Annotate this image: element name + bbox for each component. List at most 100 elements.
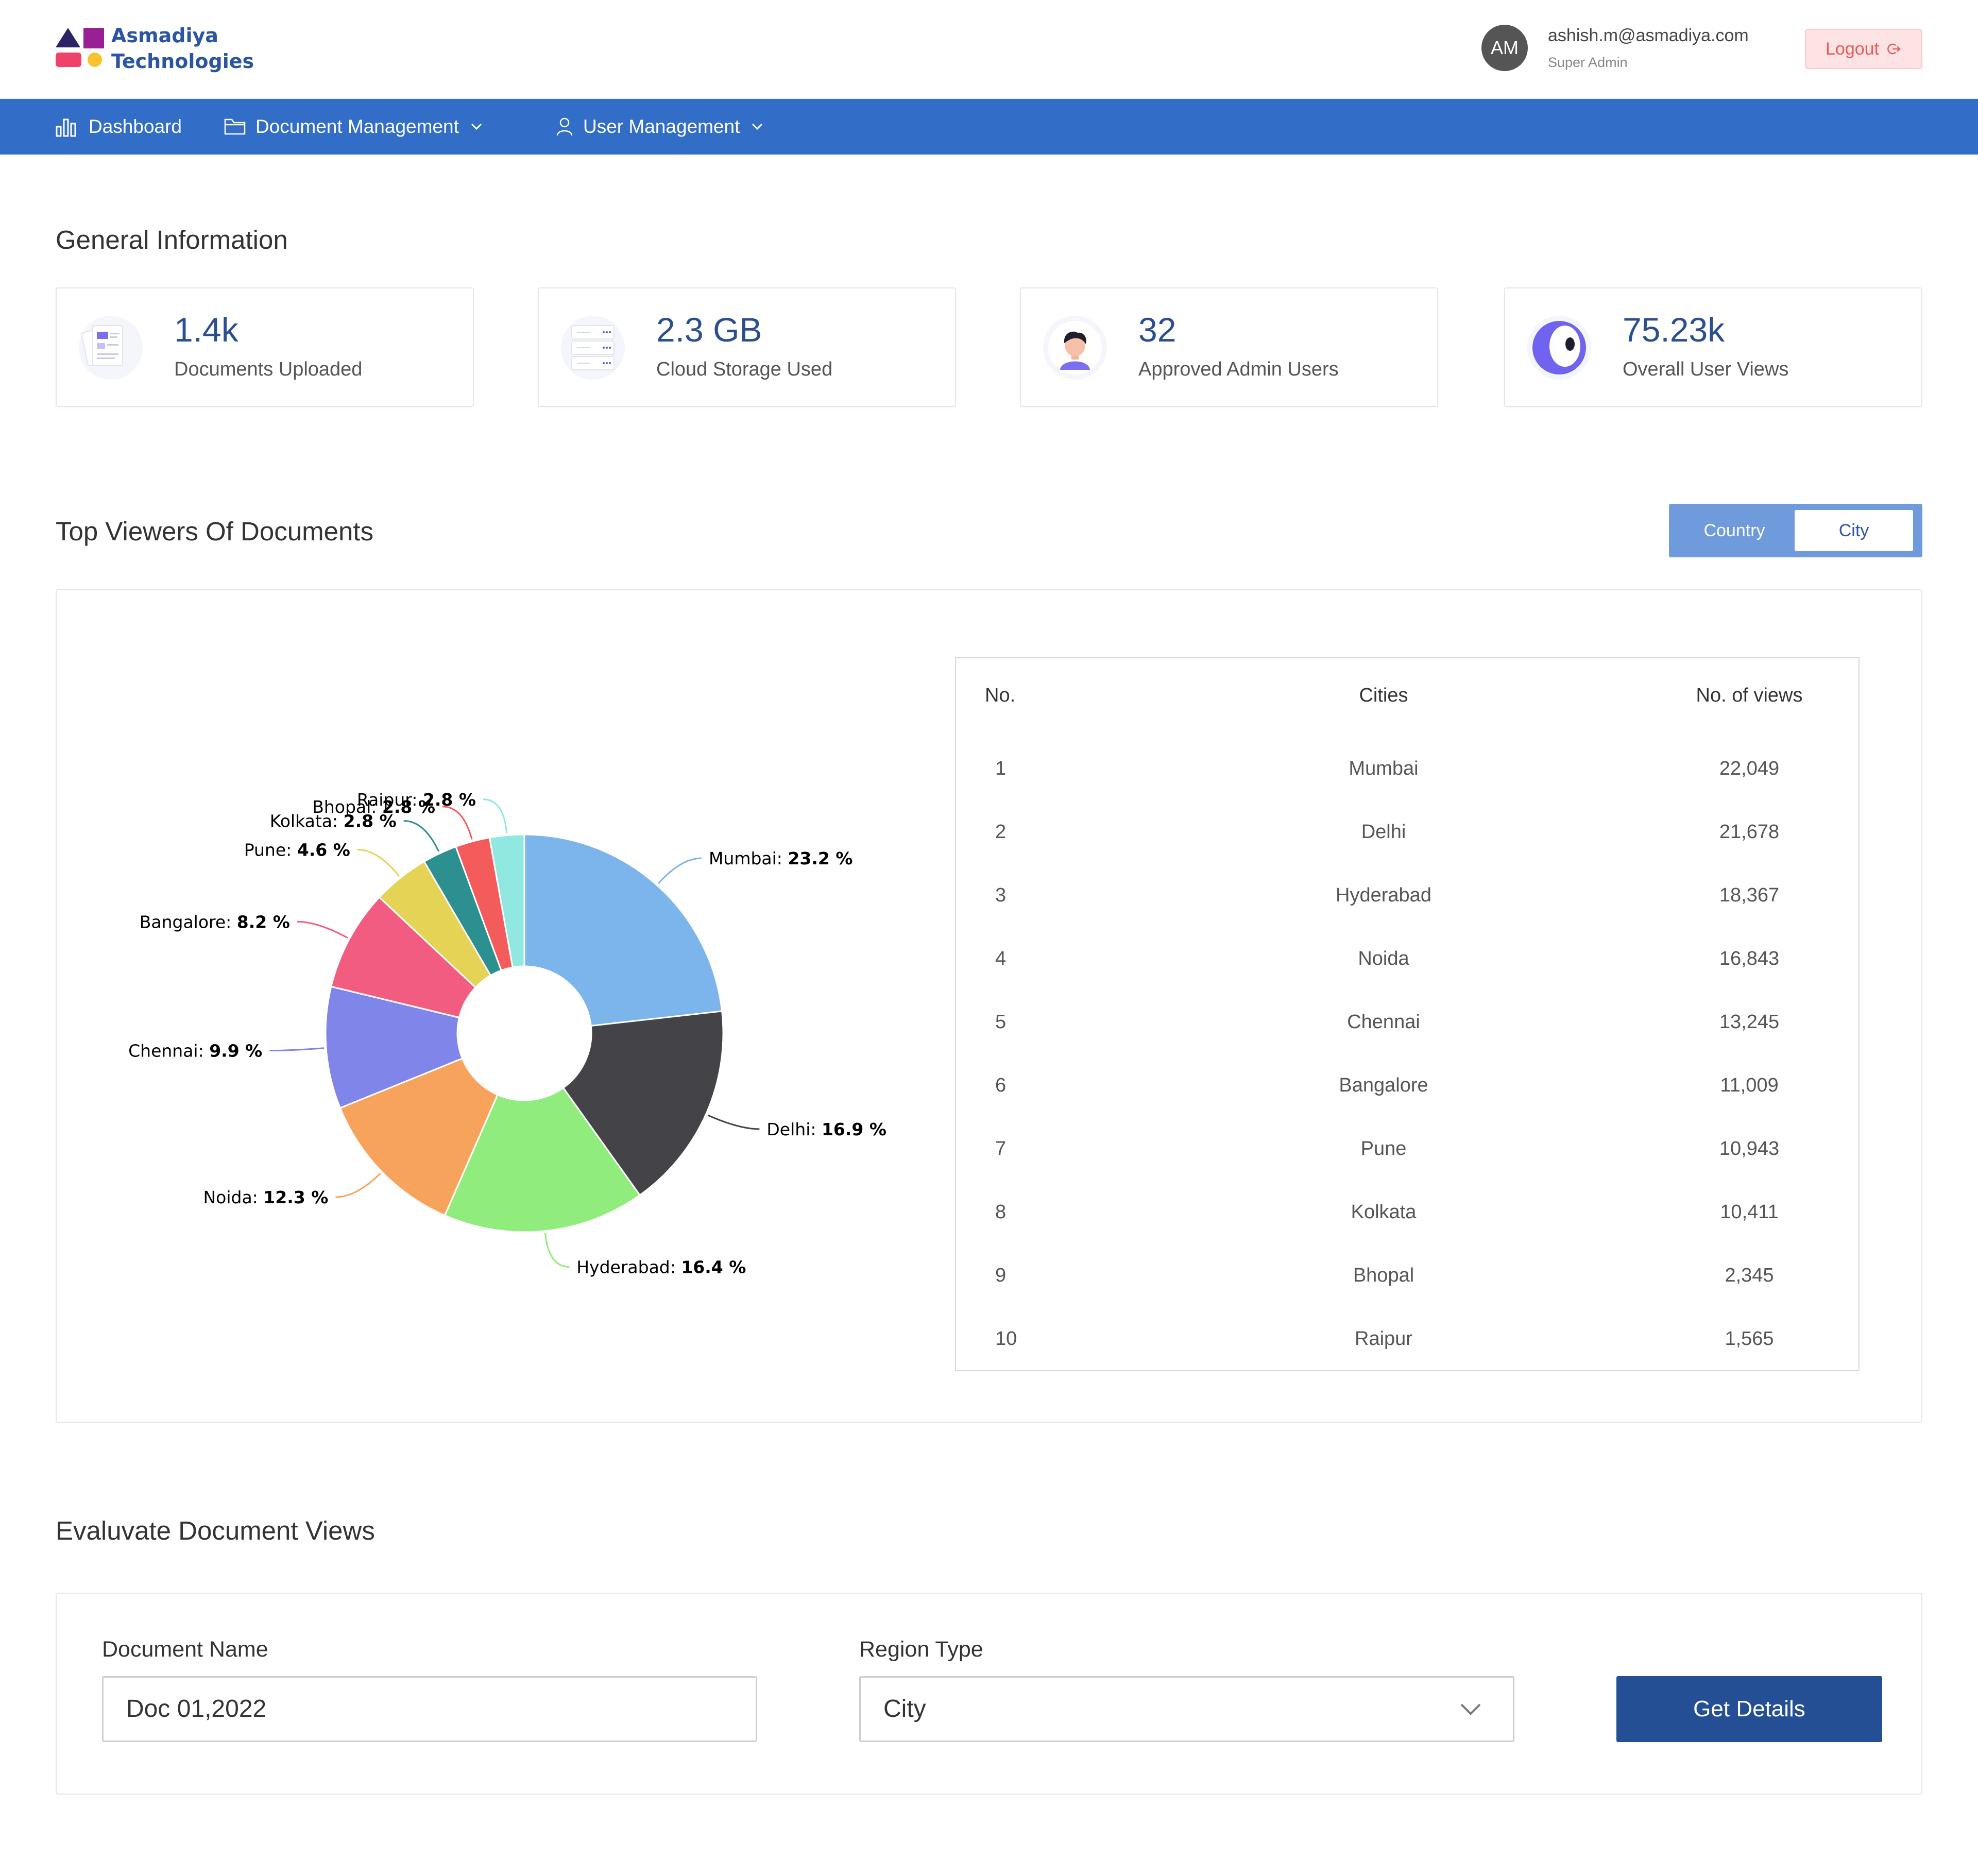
top-viewers-title: Top Viewers Of Documents (56, 517, 373, 546)
connector-pune (357, 848, 400, 877)
documents-uploaded-value: 1.4k (174, 311, 238, 349)
cell-no: 10 (995, 1328, 1017, 1350)
table-row: 3 Hyderabad 18,367 (956, 875, 1861, 916)
cell-no: 9 (995, 1265, 1007, 1286)
top-header: Asmadiya Technologies AM ashish.m@asmadi… (0, 0, 1978, 99)
admin-users-value: 32 (1138, 311, 1176, 349)
cell-no: 1 (995, 758, 1007, 779)
cell-no: 3 (995, 884, 1007, 906)
cell-views: 18,367 (1719, 884, 1780, 906)
cell-no: 8 (995, 1201, 1007, 1223)
stat-card-documents: 1.4k Documents Uploaded (56, 287, 474, 407)
toggle-city-button[interactable]: City (1795, 510, 1913, 551)
table-row: 6 Bangalore 11,009 (956, 1065, 1861, 1106)
toggle-country-button[interactable]: Country (1675, 510, 1794, 551)
table-row: 9 Bhopal 2,345 (956, 1255, 1861, 1296)
table-row: 2 Delhi 21,678 (956, 811, 1861, 852)
header-no: No. (985, 685, 1016, 706)
chevron-down-icon (1460, 1703, 1481, 1715)
logout-icon (1887, 43, 1901, 55)
cell-views: 10,943 (1719, 1138, 1780, 1159)
cell-city: Bangalore (1339, 1075, 1428, 1096)
city-views-table: No. Cities No. of views 1 Mumbai 22,049 2 De… (955, 657, 1860, 1371)
user-email: ashish.m@asmadiya.com (1548, 26, 1749, 45)
cell-views: 10,411 (1720, 1201, 1779, 1223)
user-role: Super Admin (1548, 55, 1628, 70)
header-views: No. of views (1696, 685, 1803, 706)
cell-city: Chennai (1347, 1011, 1420, 1033)
cell-views: 13,245 (1719, 1011, 1780, 1033)
table-row: 5 Chennai 13,245 (956, 1001, 1861, 1043)
label-delhi: Delhi: 16.9 % (766, 1119, 886, 1139)
cell-city: Bhopal (1353, 1265, 1414, 1286)
table-header-row: No. Cities No. of views (956, 675, 1861, 716)
slice-mumbai[interactable] (523, 833, 723, 1027)
general-info-title: General Information (56, 225, 288, 254)
cell-city: Hyderabad (1336, 884, 1431, 906)
region-toggle: Country City (1669, 504, 1922, 557)
folder-icon (224, 118, 246, 135)
chevron-down-icon (752, 123, 763, 130)
brand-name-line1: Asmadiya (111, 24, 218, 47)
cell-no: 4 (995, 948, 1007, 969)
cell-views: 16,843 (1719, 948, 1780, 969)
documents-icon (79, 316, 143, 380)
eye-icon (1527, 316, 1591, 380)
connector-bhopal (442, 806, 473, 840)
cell-no: 2 (995, 821, 1007, 843)
stat-card-storage: 2.3 GB Cloud Storage Used (538, 287, 956, 407)
document-name-field[interactable]: Doc 01,2022 (102, 1676, 757, 1742)
document-name-value: Doc 01,2022 (126, 1695, 267, 1722)
table-row: 10 Raipur 1,565 (956, 1318, 1861, 1359)
brand-name-line2: Technologies (111, 50, 254, 73)
table-row: 8 Kolkata 10,411 (956, 1191, 1861, 1233)
main-nav: Dashboard Document Management User Manag… (0, 99, 1978, 155)
label-bangalore: Bangalore: 8.2 % (140, 912, 290, 932)
table-row: 4 Noida 16,843 (956, 938, 1861, 979)
cell-no: 6 (995, 1075, 1007, 1096)
nav-dashboard-label: Dashboard (89, 116, 182, 137)
connector-mumbai (657, 857, 702, 884)
cell-city: Mumbai (1349, 758, 1419, 779)
connector-delhi (707, 1114, 760, 1130)
avatar[interactable]: AM (1481, 25, 1528, 71)
cell-city: Pune (1360, 1138, 1407, 1159)
region-type-select[interactable]: City (859, 1676, 1514, 1742)
cell-views: 21,678 (1719, 821, 1780, 843)
document-name-label: Document Name (102, 1637, 268, 1662)
get-details-button[interactable]: Get Details (1616, 1676, 1882, 1742)
user-views-label: Overall User Views (1623, 359, 1789, 380)
header-cities: Cities (1359, 685, 1408, 706)
connector-kolkata (403, 820, 440, 852)
evaluate-title: Evaluvate Document Views (56, 1516, 375, 1545)
nav-document-management[interactable]: Document Management (224, 99, 483, 155)
bar-chart-icon (56, 118, 76, 137)
admin-users-label: Approved Admin Users (1138, 359, 1339, 380)
label-pune: Pune: 4.6 % (244, 840, 350, 860)
cell-views: 22,049 (1719, 758, 1780, 779)
brand-name: Asmadiya Technologies (111, 23, 254, 74)
cell-views: 2,345 (1725, 1265, 1774, 1286)
label-hyderabad: Hyderabad: 16.4 % (576, 1257, 746, 1277)
cell-city: Raipur (1355, 1328, 1412, 1350)
evaluate-panel: Document Name Doc 01,2022 Region Type Ci… (56, 1593, 1922, 1795)
connector-bangalore (297, 920, 348, 939)
cell-city: Noida (1358, 948, 1409, 969)
label-mumbai: Mumbai: 23.2 % (709, 848, 852, 868)
connector-raipur (483, 798, 508, 833)
cell-no: 7 (995, 1138, 1007, 1159)
cell-views: 11,009 (1720, 1075, 1779, 1096)
city-views-donut-chart: Mumbai: 23.2 % Delhi: 16.9 % Hyderabad: 16… (128, 790, 886, 1277)
cell-no: 5 (995, 1011, 1007, 1033)
cell-city: Delhi (1361, 821, 1406, 843)
logout-label: Logout (1826, 39, 1879, 59)
logout-button[interactable]: Logout (1805, 29, 1922, 69)
label-raipur: Raipur: 2.8 % (357, 790, 476, 810)
stat-card-views: 75.23k Overall User Views (1504, 287, 1922, 407)
nav-dashboard[interactable]: Dashboard (56, 99, 182, 155)
admin-user-icon (1043, 316, 1107, 380)
region-type-label: Region Type (859, 1637, 983, 1662)
label-noida: Noida: 12.3 % (203, 1187, 328, 1207)
cloud-storage-value: 2.3 GB (656, 311, 762, 349)
nav-user-management[interactable]: User Management (555, 99, 763, 155)
